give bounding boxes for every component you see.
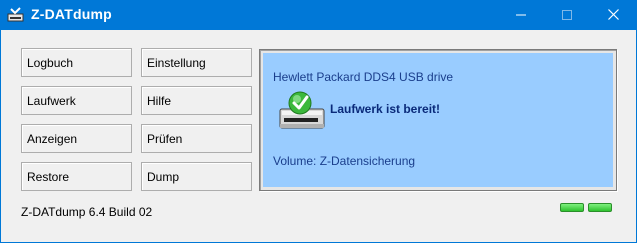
close-button[interactable]	[590, 1, 636, 30]
title-bar[interactable]: Z-DATdump	[1, 1, 636, 30]
maximize-button[interactable]	[544, 1, 590, 30]
logbuch-button[interactable]: Logbuch	[21, 48, 132, 77]
hilfe-label: Hilfe	[147, 93, 172, 108]
close-icon	[607, 7, 619, 25]
restore-button[interactable]: Restore	[21, 162, 132, 191]
app-window: Z-DATdump Logbuch Einstellung Laufwerk H…	[0, 0, 637, 243]
version-label: Z-DATdump 6.4 Build 02	[21, 205, 153, 219]
laufwerk-label: Laufwerk	[27, 93, 76, 108]
status-led-indicator	[560, 203, 584, 212]
einstellung-label: Einstellung	[147, 55, 206, 70]
tape-drive-ready-icon	[278, 90, 326, 130]
tape-drive-app-icon	[7, 7, 24, 23]
minimize-button[interactable]	[498, 1, 544, 30]
dump-label: Dump	[147, 169, 180, 184]
drive-name: Hewlett Packard DDS4 USB drive	[273, 70, 454, 84]
anzeigen-label: Anzeigen	[27, 131, 78, 146]
client-area: Logbuch Einstellung Laufwerk Hilfe Anzei…	[1, 30, 636, 242]
maximize-icon	[562, 7, 572, 25]
restore-label: Restore	[27, 169, 70, 184]
minimize-icon	[516, 7, 526, 25]
hilfe-button[interactable]: Hilfe	[141, 86, 252, 115]
drive-status-display: Hewlett Packard DDS4 USB drive Laufwerk …	[263, 53, 613, 187]
laufwerk-button[interactable]: Laufwerk	[21, 86, 132, 115]
anzeigen-button[interactable]: Anzeigen	[21, 124, 132, 153]
pruefen-label: Prüfen	[147, 131, 183, 146]
status-led-indicator	[588, 203, 612, 212]
dump-button[interactable]: Dump	[141, 162, 252, 191]
einstellung-button[interactable]: Einstellung	[141, 48, 252, 77]
logbuch-label: Logbuch	[27, 55, 74, 70]
volume-label: Volume: Z-Datensicherung	[273, 154, 416, 168]
pruefen-button[interactable]: Prüfen	[141, 124, 252, 153]
drive-ready-status: Laufwerk ist bereit!	[330, 102, 441, 116]
window-title: Z-DATdump	[31, 6, 112, 22]
drive-status-panel: Hewlett Packard DDS4 USB drive Laufwerk …	[259, 49, 617, 191]
